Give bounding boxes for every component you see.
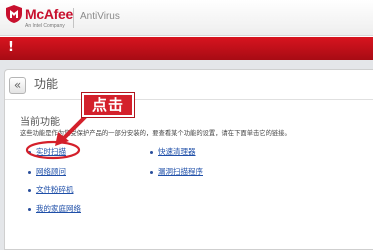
- list-bullet: [28, 189, 31, 192]
- status-alert-bar[interactable]: !: [0, 37, 373, 60]
- app-header: McAfee An Intel Company AntiVirus: [0, 0, 373, 36]
- header-divider: [73, 8, 74, 28]
- page-title: 功能: [34, 77, 59, 91]
- list-bullet: [28, 151, 31, 154]
- back-button[interactable]: «: [9, 77, 26, 94]
- list-bullet: [150, 171, 153, 174]
- link-vulnerability-scanner[interactable]: 漏洞扫描程序: [158, 166, 203, 177]
- features-panel: [4, 69, 373, 250]
- alert-icon: !: [8, 40, 14, 55]
- list-bullet: [28, 208, 31, 211]
- section-description: 这些功能是作为您受保护产品的一部分安装的，要查看某个功能的设置，请在下面单击它的…: [20, 130, 291, 137]
- link-home-network[interactable]: 我的家庭网络: [36, 203, 81, 214]
- brand-name: McAfee: [25, 6, 73, 22]
- link-web-advisor[interactable]: 网络顾问: [36, 166, 66, 177]
- list-bullet: [28, 171, 31, 174]
- annotation-callout: 点击: [82, 93, 134, 117]
- link-realtime-scan[interactable]: 实时扫描: [36, 146, 66, 157]
- mcafee-shield-icon: [6, 5, 22, 23]
- section-heading: 当前功能: [20, 117, 60, 128]
- brand-subtitle: An Intel Company: [25, 23, 65, 29]
- title-divider: [5, 99, 373, 100]
- double-chevron-left-icon: «: [13, 78, 22, 92]
- product-name: AntiVirus: [80, 11, 120, 22]
- link-file-shredder[interactable]: 文件粉碎机: [36, 184, 74, 195]
- link-quick-clean[interactable]: 快速清理器: [158, 146, 196, 157]
- list-bullet: [150, 151, 153, 154]
